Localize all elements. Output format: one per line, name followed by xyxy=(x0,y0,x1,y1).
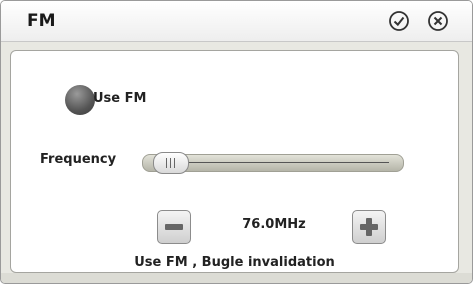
fm-dialog: FM Use FM Frequency 76.0MHz Use FM , Bug… xyxy=(0,0,473,284)
frequency-label: Frequency xyxy=(40,152,117,167)
confirm-button[interactable] xyxy=(388,10,410,32)
frequency-display: 76.0MHz xyxy=(242,217,306,232)
frequency-slider-thumb[interactable] xyxy=(153,152,189,174)
minus-icon xyxy=(165,224,183,230)
frequency-slider-groove xyxy=(165,162,389,163)
status-text: Use FM , Bugle invalidation xyxy=(134,255,335,270)
title-bar: FM xyxy=(1,1,472,42)
check-circle-icon xyxy=(389,11,409,31)
plus-icon xyxy=(360,218,378,236)
close-button[interactable] xyxy=(427,10,449,32)
content-panel: Use FM Frequency 76.0MHz Use FM , Bugle … xyxy=(10,50,459,273)
decrease-button[interactable] xyxy=(157,210,191,244)
increase-button[interactable] xyxy=(352,210,386,244)
use-fm-radio[interactable] xyxy=(65,85,95,115)
use-fm-label: Use FM xyxy=(93,91,147,106)
window-bottom-border xyxy=(1,273,472,283)
window-title: FM xyxy=(27,11,56,31)
x-circle-icon xyxy=(428,11,448,31)
